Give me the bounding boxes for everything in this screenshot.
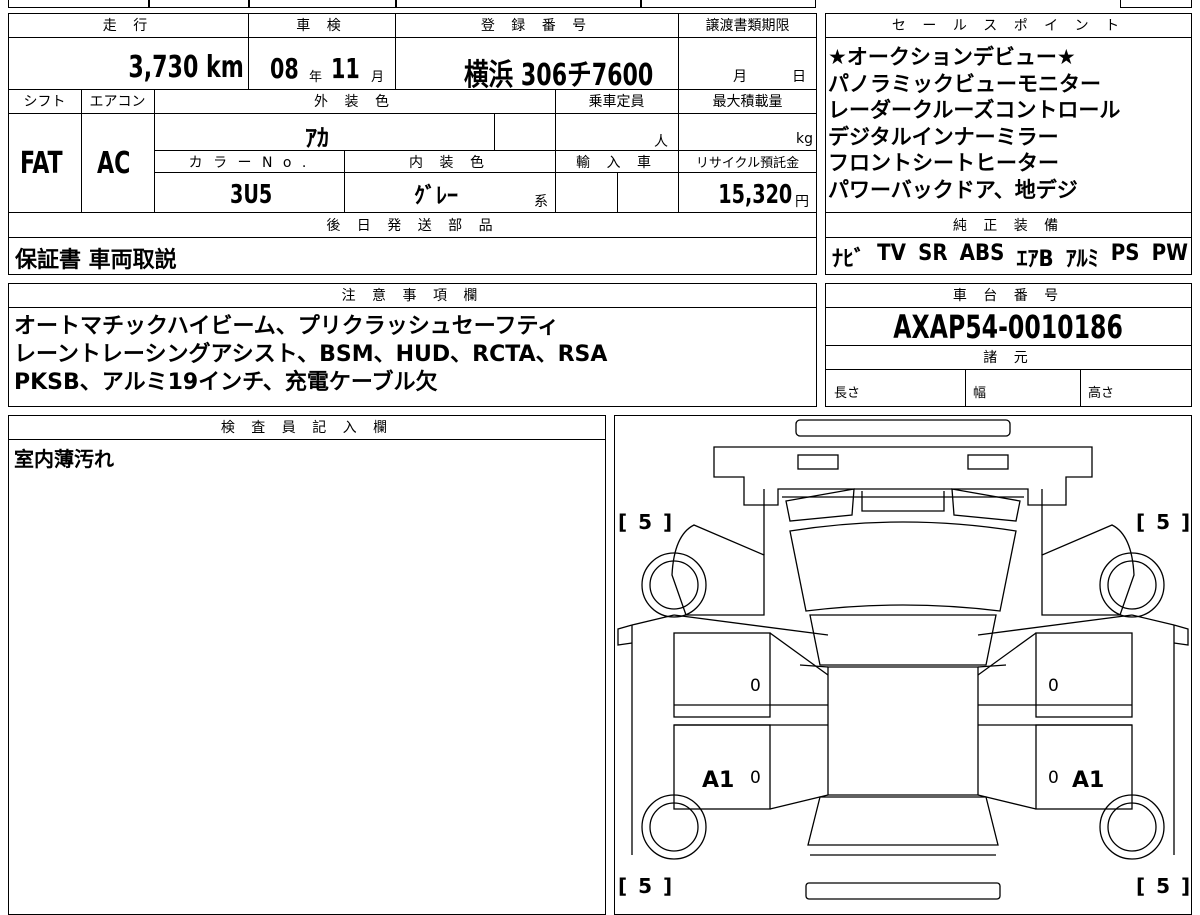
damage-mark-right: A1 xyxy=(1072,768,1105,793)
sales-point-line: レーダークルーズコントロール xyxy=(828,98,1121,122)
recycle-header: リサイクル預託金 xyxy=(695,156,800,171)
equipment-item: TV xyxy=(877,241,906,266)
zero-mark: 0 xyxy=(1048,676,1059,696)
aircon-value: AC xyxy=(97,146,131,181)
wheel-front-left xyxy=(641,552,707,618)
import-header: 輸 入 車 xyxy=(576,155,657,171)
front-bumper-shape xyxy=(795,419,1011,437)
zero-mark: 0 xyxy=(1048,768,1059,788)
notes-header: 注 意 事 項 欄 xyxy=(341,288,484,304)
tire-mark-front-right: [ 5 ] xyxy=(1136,510,1193,534)
spec-height: 高さ xyxy=(1088,386,1115,401)
aircon-header: エアコン xyxy=(89,94,146,110)
notes-line: オートマチックハイビーム、プリクラッシュセーフティ xyxy=(14,314,560,339)
recycle-amount: 15,320 xyxy=(717,180,792,210)
exterior-color-value: ｱｶ xyxy=(305,124,329,152)
shift-header: シフト xyxy=(23,94,66,110)
later-parts-header: 後 日 発 送 部 品 xyxy=(326,218,499,234)
chassis-number: AXAP54-0010186 xyxy=(893,308,1124,346)
registration-header: 登 録 番 号 xyxy=(480,18,593,34)
capacity-unit: 人 xyxy=(654,134,668,150)
wiper-left xyxy=(785,488,855,522)
inspection-year: 08 xyxy=(270,52,299,85)
spec-width: 幅 xyxy=(973,386,987,401)
cabin-shape xyxy=(827,666,979,796)
top-strip-right xyxy=(1120,0,1192,8)
spec-header: 諸 元 xyxy=(983,350,1034,366)
top-strip-divider xyxy=(148,0,150,8)
sales-point-line: パノラミックビューモニター xyxy=(828,71,1101,96)
interior-color-suffix: 系 xyxy=(534,194,548,210)
equipment-item: SR xyxy=(918,241,948,266)
later-parts-value: 保証書 車両取説 xyxy=(15,248,177,273)
notes-line: レーントレーシングアシスト、BSM、HUD、RCTA、RSA xyxy=(14,342,608,367)
interior-color-header: 内 装 色 xyxy=(409,155,490,171)
tire-mark-front-left: [ 5 ] xyxy=(618,510,675,534)
color-no-header: カ ラ ー N o . xyxy=(188,155,310,171)
door-rear-left xyxy=(673,724,771,810)
car-diagram xyxy=(617,419,1189,900)
notes-line: PKSB、アルミ19インチ、充電ケーブル欠 xyxy=(14,370,438,395)
deadline-month-unit: 月 xyxy=(733,69,747,85)
door-rear-right xyxy=(1035,724,1133,810)
rear-window-shape xyxy=(807,796,999,846)
notes-list: オートマチックハイビーム、プリクラッシュセーフティ レーントレーシングアシスト、… xyxy=(14,313,607,397)
equipment-list: ﾅﾋﾞ TV SR ABS ｴｱB ｱﾙﾐ PS PW xyxy=(832,241,1188,273)
tire-mark-rear-right: [ 5 ] xyxy=(1136,874,1193,898)
deadline-day-unit: 日 xyxy=(792,69,806,85)
zero-mark: 0 xyxy=(750,676,761,696)
inspection-month-unit: 月 xyxy=(371,70,385,85)
top-strip-divider xyxy=(248,0,250,8)
equipment-header: 純 正 装 備 xyxy=(952,218,1065,234)
top-strip-divider xyxy=(395,0,397,8)
max-load-unit: kg xyxy=(796,131,813,147)
recycle-unit: 円 xyxy=(795,194,809,210)
wheel-front-right xyxy=(1099,552,1165,618)
headlight-left xyxy=(797,454,839,470)
hood-shape xyxy=(713,446,1093,506)
roof-shape xyxy=(809,614,997,666)
sales-points-header: セ ー ル ス ポ イ ン ト xyxy=(891,18,1126,34)
equipment-item: PS xyxy=(1110,241,1140,266)
top-strip-divider xyxy=(640,0,642,8)
equipment-item: ｱﾙﾐ xyxy=(1065,247,1099,272)
interior-color-value: ｸﾞﾚｰ xyxy=(414,184,459,209)
sales-points-list: ★オークションデビュー★ パノラミックビューモニター レーダークルーズコントロー… xyxy=(828,44,1120,203)
windshield-shape xyxy=(789,521,1017,612)
max-load-header: 最大積載量 xyxy=(712,94,783,110)
inspection-year-unit: 年 xyxy=(309,70,323,85)
equipment-item: ABS xyxy=(959,241,1005,266)
mileage-value: 3,730 km xyxy=(128,50,244,85)
inspector-panel xyxy=(8,415,606,915)
equipment-item: PW xyxy=(1151,241,1188,266)
color-no-value: 3U5 xyxy=(230,180,273,210)
inspector-remark: 室内薄汚れ xyxy=(14,447,114,471)
top-strip-left xyxy=(8,0,816,8)
zero-mark: 0 xyxy=(750,768,761,788)
registration-number: 横浜 306チ7600 xyxy=(464,58,654,93)
sales-point-line: パワーバックドア、地デジ xyxy=(828,177,1078,202)
transfer-deadline-header: 譲渡書類期限 xyxy=(705,18,790,34)
damage-mark-left: A1 xyxy=(702,768,735,793)
inspection-month: 11 xyxy=(331,52,360,85)
sales-point-line: フロントシートヒーター xyxy=(828,151,1059,175)
tire-mark-rear-left: [ 5 ] xyxy=(618,874,675,898)
spec-length: 長さ xyxy=(834,386,861,401)
shift-value: FAT xyxy=(20,146,63,181)
equipment-item: ｴｱB xyxy=(1016,247,1054,272)
sales-point-line: デジタルインナーミラー xyxy=(828,124,1059,149)
capacity-header: 乗車定員 xyxy=(588,94,645,110)
chassis-header: 車 台 番 号 xyxy=(952,288,1065,304)
inspection-header: 車 検 xyxy=(296,18,347,34)
equipment-item: ﾅﾋﾞ xyxy=(832,247,866,272)
exterior-color-header: 外 装 色 xyxy=(314,94,395,110)
wiper-right xyxy=(951,488,1021,522)
inspector-header: 検 査 員 記 入 欄 xyxy=(220,420,394,436)
mileage-header: 走 行 xyxy=(102,18,154,34)
headlight-right xyxy=(967,454,1009,470)
rear-bumper-shape xyxy=(805,882,1001,900)
sales-point-line: ★オークションデビュー★ xyxy=(828,45,1076,69)
